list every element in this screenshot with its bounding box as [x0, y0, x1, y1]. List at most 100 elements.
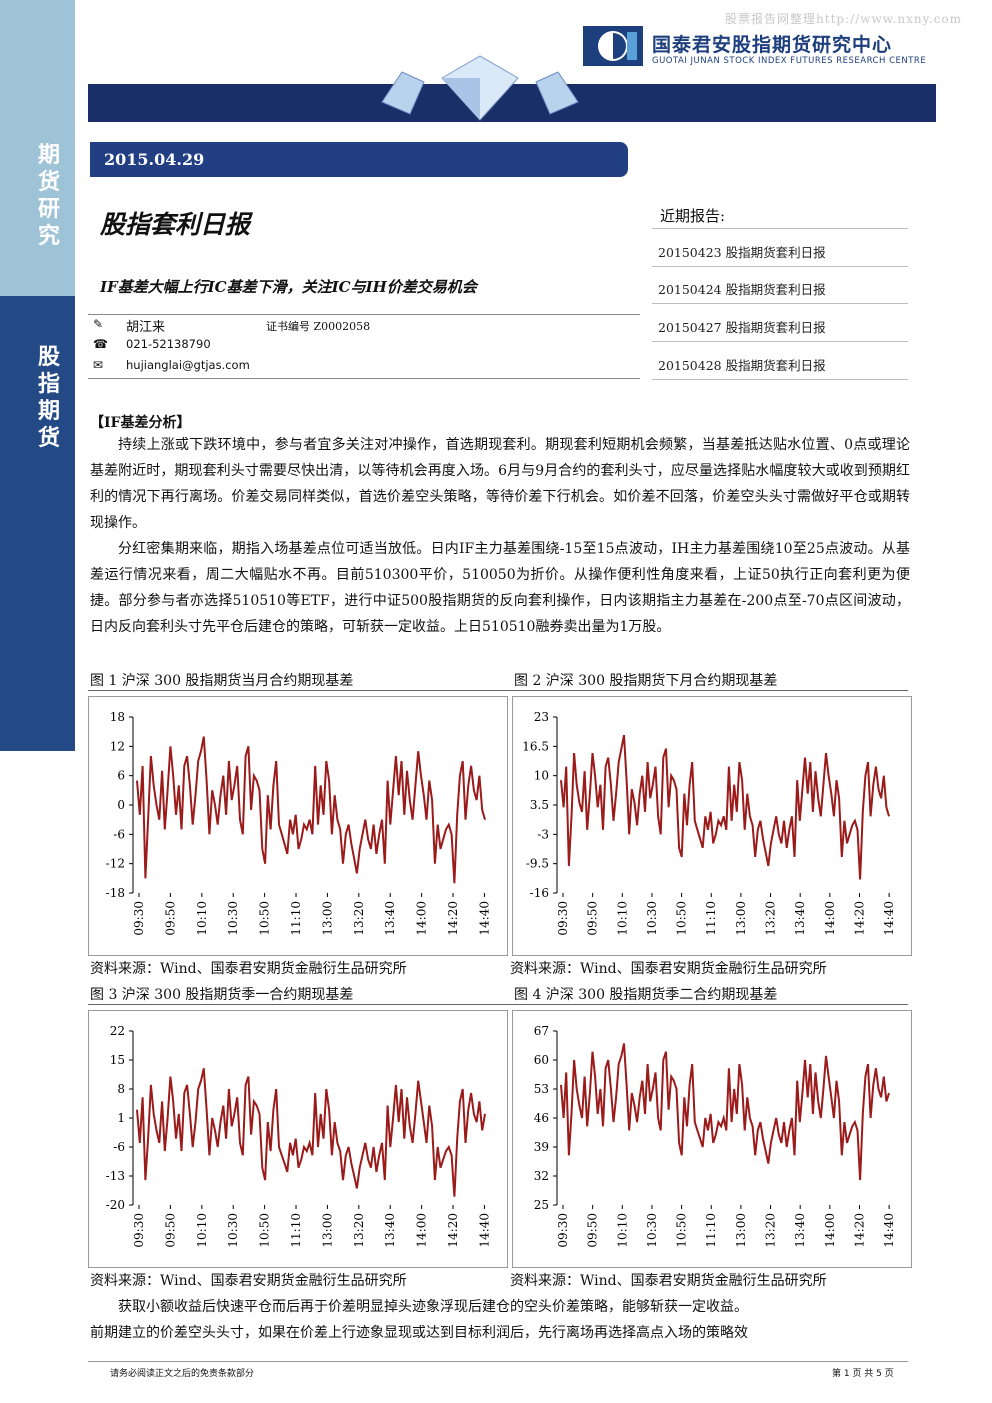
email-icon: ✉ — [93, 358, 104, 372]
y-tick-label: -16 — [530, 886, 549, 900]
footer-divider — [88, 1361, 908, 1362]
author-email[interactable]: hujianglai@gtjas.com — [126, 358, 250, 372]
y-tick-label: 67 — [534, 1024, 549, 1038]
y-tick-label: 60 — [534, 1053, 549, 1067]
recent-reports-heading: 近期报告: — [660, 207, 726, 225]
x-tick-label: 13:00 — [320, 901, 334, 936]
chart-4: 67 60 53 46 39 32 25 09:30 09:50 10:10 10:30 10:50 1… — [512, 1010, 912, 1268]
x-tick-label: 14:00 — [415, 1213, 429, 1248]
x-tick-label: 10:50 — [675, 901, 689, 936]
x-tick-label: 10:30 — [226, 901, 240, 936]
x-tick-label: 14:40 — [882, 901, 896, 936]
divider — [88, 1004, 908, 1005]
company-logo-icon — [583, 26, 643, 66]
closing-text: 获取小额收益后快速平仓而后再于价差明显掉头迹象浮现后建仓的空头价差策略，能够斩获… — [90, 1294, 910, 1346]
chart-2: 23 16.5 10 3.5 -3 -9.5 -16 09:30 09:50 10:10 10:30… — [512, 696, 912, 956]
x-tick-label: 13:20 — [352, 1213, 366, 1248]
phone-icon: ☎ — [93, 337, 108, 351]
x-tick-label: 10:10 — [615, 1213, 629, 1248]
x-tick-label: 11:10 — [704, 901, 718, 936]
x-tick-label: 10:30 — [645, 901, 659, 936]
watermark: 股票报告网整理http://www.nxny.com — [725, 12, 962, 26]
x-tick-label: 10:10 — [615, 901, 629, 936]
divider — [88, 314, 640, 315]
sidebar-top-label: 期货研究 — [37, 142, 60, 249]
report-date: 2015.04.29 — [90, 142, 628, 177]
y-tick-label: -3 — [537, 827, 549, 841]
x-tick-label: 10:10 — [195, 901, 209, 936]
sidebar-bottom-label: 股指期货 — [37, 344, 60, 451]
divider — [88, 378, 640, 379]
x-tick-label: 14:20 — [446, 1213, 460, 1248]
x-tick-label: 13:40 — [383, 1213, 397, 1248]
basis-series-line — [136, 1068, 486, 1197]
y-tick-label: -6 — [113, 1140, 125, 1154]
paragraph: 前期建立的价差空头头寸，如果在价差上行迹象显现或达到目标利润后，先行离场再选择高… — [90, 1325, 748, 1341]
x-tick-label: 13:20 — [764, 1213, 778, 1248]
x-tick-label: 10:50 — [258, 901, 272, 936]
x-tick-label: 10:30 — [645, 1213, 659, 1248]
y-tick-label: 25 — [534, 1198, 549, 1212]
x-tick-label: 10:50 — [675, 1213, 689, 1248]
recent-report-item[interactable]: 20150424 股指期货套利日报 — [658, 279, 826, 298]
source-note: 资料来源：Wind、国泰君安期货金融衍生品研究所 — [90, 961, 407, 977]
y-tick-label: 15 — [110, 1053, 125, 1067]
x-tick-label: 13:20 — [352, 901, 366, 936]
source-note: 资料来源：Wind、国泰君安期货金融衍生品研究所 — [510, 961, 827, 977]
recent-report-item[interactable]: 20150428 股指期货套利日报 — [658, 355, 826, 374]
x-tick-label: 09:30 — [132, 1213, 146, 1248]
pen-icon: ✎ — [93, 317, 104, 331]
basis-series-line — [560, 1043, 890, 1181]
y-tick-label: 3.5 — [530, 798, 549, 812]
paragraph: 获取小额收益后快速平仓而后再于价差明显掉头迹象浮现后建仓的空头价差策略，能够斩获… — [118, 1299, 748, 1315]
x-tick-label: 13:20 — [764, 901, 778, 936]
x-tick-label: 13:00 — [734, 1213, 748, 1248]
divider — [652, 341, 908, 342]
x-tick-label: 11:10 — [289, 901, 303, 936]
x-tick-label: 10:10 — [195, 1213, 209, 1248]
y-tick-label: -18 — [106, 886, 125, 900]
chart-3: 22 15 8 1 -6 -13 -20 09:30 09:50 10:10 10:30 10:50 1… — [88, 1010, 508, 1268]
paragraph: 持续上涨或下跌环境中，参与者宜多关注对冲操作，首选期现套利。期现套利短期机会频繁… — [90, 437, 910, 531]
figure-title: 图 4 沪深 300 股指期货季二合约期现基差 — [514, 987, 778, 1003]
logo-en: GUOTAI JUNAN STOCK INDEX FUTURES RESEARC… — [652, 56, 927, 66]
x-tick-label: 14:40 — [477, 901, 491, 936]
analysis-text: 持续上涨或下跌环境中，参与者宜多关注对冲操作，首选期现套利。期现套利短期机会频繁… — [90, 432, 910, 640]
y-tick-label: 39 — [534, 1140, 549, 1154]
x-tick-label: 14:40 — [477, 1213, 491, 1248]
x-tick-label: 13:40 — [383, 901, 397, 936]
x-tick-label: 14:20 — [446, 901, 460, 936]
y-tick-label: 46 — [534, 1111, 549, 1125]
x-tick-label: 14:00 — [415, 901, 429, 936]
y-tick-label: 6 — [117, 769, 125, 783]
author-phone: 021-52138790 — [126, 337, 211, 351]
page-number: 第 1 页 共 5 页 — [832, 1369, 894, 1379]
x-tick-label: 09:50 — [586, 901, 600, 936]
y-tick-label: 23 — [534, 710, 549, 724]
report-subtitle: IF基差大幅上行IC基差下滑，关注IC与IH价差交易机会 — [100, 278, 477, 296]
recent-report-item[interactable]: 20150427 股指期货套利日报 — [658, 317, 826, 336]
divider — [652, 228, 908, 229]
x-tick-label: 09:30 — [556, 1213, 570, 1248]
x-tick-label: 09:30 — [132, 901, 146, 936]
x-tick-label: 09:30 — [556, 901, 570, 936]
figure-title: 图 2 沪深 300 股指期货下月合约期现基差 — [514, 673, 778, 689]
x-tick-label: 13:40 — [793, 1213, 807, 1248]
author-name: 胡江来 — [126, 320, 166, 335]
y-tick-label: -13 — [106, 1169, 125, 1183]
y-tick-label: 1 — [117, 1111, 125, 1125]
source-note: 资料来源：Wind、国泰君安期货金融衍生品研究所 — [510, 1273, 827, 1289]
x-tick-label: 11:10 — [704, 1213, 718, 1248]
x-tick-label: 14:20 — [852, 901, 866, 936]
x-tick-label: 13:00 — [734, 901, 748, 936]
y-tick-label: 10 — [534, 769, 549, 783]
x-tick-label: 11:10 — [289, 1213, 303, 1248]
diamond-icon — [380, 48, 580, 128]
x-tick-label: 14:40 — [882, 1213, 896, 1248]
divider — [652, 379, 908, 380]
figure-title: 图 3 沪深 300 股指期货季一合约期现基差 — [90, 987, 354, 1003]
recent-report-item[interactable]: 20150423 股指期货套利日报 — [658, 242, 826, 261]
x-tick-label: 10:50 — [258, 1213, 272, 1248]
y-tick-label: 12 — [110, 739, 125, 753]
source-note: 资料来源：Wind、国泰君安期货金融衍生品研究所 — [90, 1273, 407, 1289]
